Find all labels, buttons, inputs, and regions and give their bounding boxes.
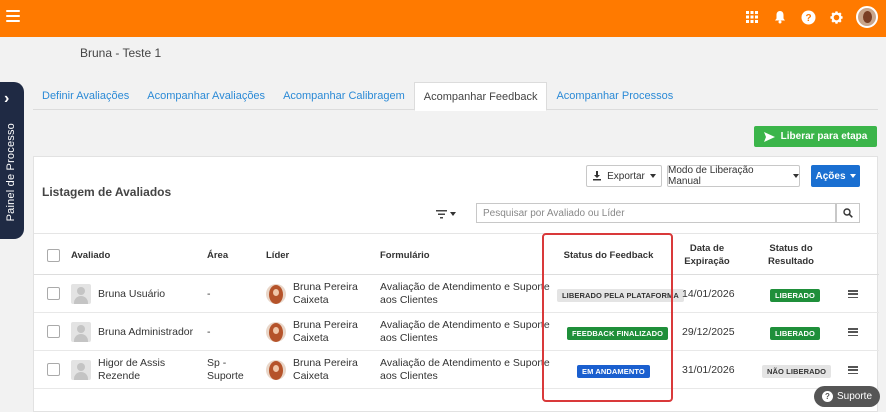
top-icons: ? [744, 6, 878, 28]
status-resultado-badge: LIBERADO [770, 327, 820, 340]
caret-down-icon [849, 174, 856, 178]
gear-icon[interactable] [828, 9, 844, 25]
page-title: Bruna - Teste 1 [80, 46, 162, 60]
modo-liberacao-dropdown[interactable]: Modo de Liberação Manual [667, 165, 800, 187]
list-title: Listagem de Avaliados [42, 185, 172, 199]
caret-down-icon [793, 174, 799, 178]
leader-name-line1: Bruna Pereira [293, 319, 358, 331]
status-resultado-badge: NÃO LIBERADO [762, 365, 832, 378]
area: - [207, 326, 211, 338]
exportar-button[interactable]: Exportar [586, 165, 662, 187]
tab-acompanhar-processos[interactable]: Acompanhar Processos [547, 82, 682, 110]
svg-text:?: ? [805, 13, 811, 24]
user-avatar[interactable] [856, 6, 878, 28]
search-input[interactable] [476, 203, 836, 223]
status-feedback-badge: LIBERADO PELA PLATAFORMA [557, 289, 684, 302]
leader-name-line2: Caixeta [293, 294, 329, 306]
row-menu-icon[interactable] [848, 290, 858, 299]
question-icon: ? [821, 391, 833, 402]
leader-name-line2: Caixeta [293, 332, 329, 344]
process-panel-label: Painel de Processo [5, 122, 17, 221]
liberar-label: Liberar para etapa [780, 131, 868, 142]
row-menu-icon[interactable] [848, 366, 858, 375]
bell-icon[interactable] [772, 9, 788, 25]
col-status-resultado-line2: Resultado [768, 256, 814, 267]
form-line1: Avaliação de Atendimento e Suporte [380, 357, 550, 369]
area-line2: Suporte [207, 370, 244, 382]
row-checkbox[interactable] [47, 287, 60, 300]
exportar-label: Exportar [607, 170, 645, 182]
send-icon [763, 131, 775, 142]
user-placeholder-icon [71, 322, 91, 342]
col-data-expiracao-line1: Data de [689, 243, 725, 254]
avaliado-name: Bruna Administrador [98, 326, 194, 338]
top-bar: ? [0, 0, 886, 37]
row-checkbox[interactable] [47, 325, 60, 338]
download-icon [593, 171, 602, 181]
avaliado-name: Bruna Usuário [98, 288, 166, 300]
expiration-date: 29/12/2025 [682, 326, 735, 338]
search-icon [843, 208, 853, 218]
filter-button[interactable] [436, 207, 458, 221]
status-resultado-badge: LIBERADO [770, 289, 820, 302]
tab-acompanhar-calibragem[interactable]: Acompanhar Calibragem [274, 82, 414, 110]
select-all-checkbox[interactable] [47, 249, 60, 262]
form-line1: Avaliação de Atendimento e Suporte [380, 319, 550, 331]
expiration-date: 31/01/2026 [682, 364, 735, 376]
table-row: Higor de Assis Rezende Sp - Suporte Brun… [34, 351, 879, 389]
leader-name-line1: Bruna Pereira [293, 281, 358, 293]
table-header: Avaliado Área Líder Formulário Status do… [34, 233, 879, 275]
user-placeholder-icon [71, 284, 91, 304]
col-lider: Líder [266, 250, 290, 261]
status-feedback-badge: FEEDBACK FINALIZADO [567, 327, 669, 340]
area-line1: Sp - [207, 357, 227, 369]
avaliado-name-line2: Rezende [98, 370, 141, 382]
filter-icon [436, 209, 447, 218]
tab-acompanhar-avaliacoes[interactable]: Acompanhar Avaliações [138, 82, 274, 110]
tab-definir-avaliacoes[interactable]: Definir Avaliações [33, 82, 138, 110]
col-avaliado: Avaliado [71, 250, 111, 261]
tab-bar: Definir Avaliações Acompanhar Avaliações… [33, 82, 878, 111]
leader-name-line1: Bruna Pereira [293, 357, 358, 369]
col-area: Área [207, 250, 229, 261]
col-formulario: Formulário [380, 250, 430, 261]
acoes-label: Ações [815, 170, 846, 182]
col-status-resultado-line1: Status do [769, 243, 813, 254]
row-checkbox[interactable] [47, 363, 60, 376]
form-line2: aos Clientes [380, 294, 438, 306]
leader-avatar [266, 322, 286, 342]
col-data-expiracao-line2: Expiração [684, 256, 730, 267]
apps-grid-icon[interactable] [744, 9, 760, 25]
suporte-label: Suporte [836, 391, 873, 402]
row-menu-icon[interactable] [848, 328, 858, 337]
tab-acompanhar-feedback[interactable]: Acompanhar Feedback [413, 82, 548, 111]
col-status-feedback: Status do Feedback [563, 250, 654, 261]
form-line2: aos Clientes [380, 332, 438, 344]
status-feedback-badge: EM ANDAMENTO [577, 365, 650, 378]
table-row: Bruna Usuário - Bruna Pereira Caixeta Av… [34, 275, 879, 313]
avaliados-card: Listagem de Avaliados Exportar Modo de L… [33, 156, 879, 412]
hamburger-menu-icon[interactable] [6, 10, 20, 24]
chevron-right-icon: › [4, 90, 10, 107]
suporte-button[interactable]: ? Suporte [814, 386, 880, 407]
form-line2: aos Clientes [380, 370, 438, 382]
liberar-para-etapa-button[interactable]: Liberar para etapa [754, 126, 877, 147]
table-row: Bruna Administrador - Bruna Pereira Caix… [34, 313, 879, 351]
modo-liberacao-label: Modo de Liberação Manual [668, 165, 754, 187]
leader-avatar [266, 360, 286, 380]
leader-avatar [266, 284, 286, 304]
form-line1: Avaliação de Atendimento e Suporte [380, 281, 550, 293]
user-placeholder-icon [71, 360, 91, 380]
search-button[interactable] [836, 203, 860, 223]
acoes-button[interactable]: Ações [811, 165, 860, 187]
caret-down-icon [649, 174, 656, 178]
help-icon[interactable]: ? [800, 9, 816, 25]
avaliado-name-line1: Higor de Assis [98, 357, 166, 369]
expiration-date: 14/01/2026 [682, 288, 735, 300]
caret-down-icon [450, 212, 456, 216]
leader-name-line2: Caixeta [293, 370, 329, 382]
process-panel-toggle[interactable]: › Painel de Processo [0, 82, 24, 239]
area: - [207, 288, 211, 300]
